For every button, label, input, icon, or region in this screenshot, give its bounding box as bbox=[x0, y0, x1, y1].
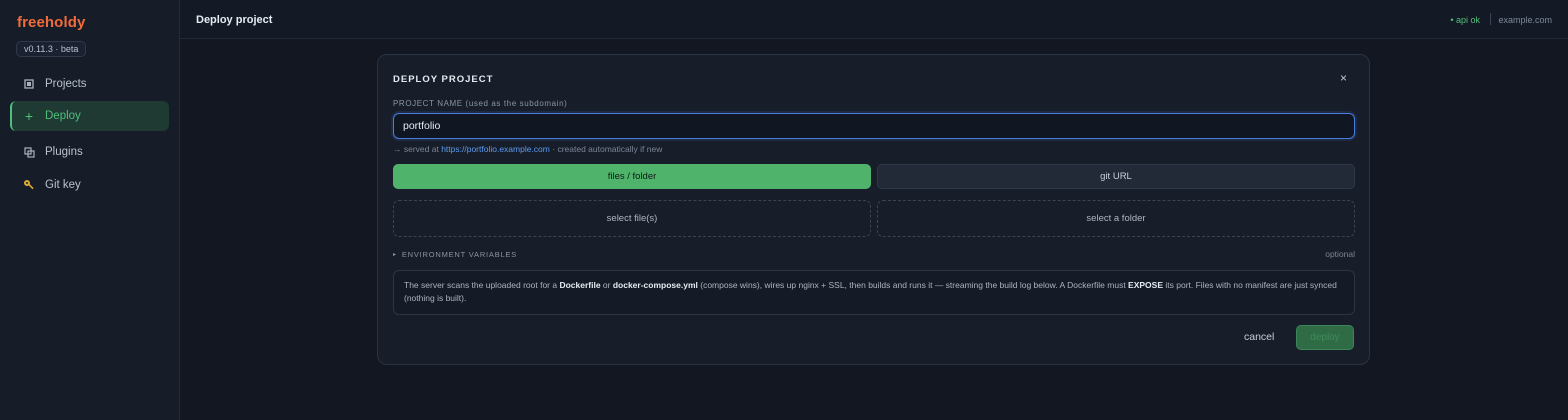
served-url-link[interactable]: https://portfolio.example.com bbox=[441, 144, 550, 154]
version-badge: v0.11.3 · beta bbox=[16, 41, 87, 57]
dialog-title: DEPLOY PROJECT bbox=[393, 74, 494, 85]
info-expose: EXPOSE bbox=[1128, 280, 1164, 290]
select-folder-dropzone[interactable]: select a folder bbox=[877, 200, 1355, 237]
brand-logo[interactable]: freeholdy bbox=[17, 14, 85, 31]
sidebar-item-projects[interactable]: Projects bbox=[10, 69, 169, 99]
served-prefix: → served at bbox=[393, 144, 439, 154]
sidebar: freeholdy v0.11.3 · beta Projects + Depl… bbox=[0, 0, 180, 420]
project-name-label: PROJECT NAME (used as the subdomain) bbox=[393, 99, 568, 108]
project-name-input[interactable] bbox=[393, 113, 1355, 139]
sidebar-item-git-key[interactable]: Git key bbox=[10, 170, 169, 200]
sidebar-item-label: Git key bbox=[45, 179, 81, 191]
sidebar-item-plugins[interactable]: Plugins bbox=[10, 137, 169, 167]
key-icon bbox=[23, 179, 35, 191]
info-text: The server scans the uploaded root for a bbox=[404, 280, 560, 290]
square-icon bbox=[23, 79, 35, 89]
optional-label: optional bbox=[1325, 249, 1355, 259]
select-files-dropzone[interactable]: select file(s) bbox=[393, 200, 871, 237]
served-suffix: · created automatically if new bbox=[552, 144, 663, 154]
plugin-icon bbox=[23, 146, 35, 158]
environment-variables-toggle[interactable]: ▸ ENVIRONMENT VARIABLES bbox=[393, 250, 517, 259]
served-at-hint: → served at https://portfolio.example.co… bbox=[393, 144, 662, 154]
deploy-button[interactable]: deploy bbox=[1296, 325, 1354, 350]
deploy-project-dialog: DEPLOY PROJECT × PROJECT NAME (used as t… bbox=[377, 54, 1370, 365]
close-icon[interactable]: × bbox=[1340, 71, 1347, 85]
tab-git-url[interactable]: git URL bbox=[877, 164, 1355, 189]
divider bbox=[1490, 13, 1491, 25]
caret-right-icon: ▸ bbox=[393, 252, 397, 258]
info-text: (compose wins), wires up nginx + SSL, th… bbox=[697, 280, 1129, 290]
page-title: Deploy project bbox=[196, 14, 273, 26]
sidebar-item-deploy[interactable]: + Deploy bbox=[10, 101, 169, 131]
top-bar: Deploy project • api ok example.com bbox=[180, 0, 1568, 39]
cancel-button[interactable]: cancel bbox=[1244, 331, 1274, 343]
deploy-info-box: The server scans the uploaded root for a… bbox=[393, 270, 1355, 315]
api-status-indicator: • api ok bbox=[1450, 15, 1480, 25]
info-compose: docker-compose.yml bbox=[612, 280, 698, 290]
plus-icon: + bbox=[24, 108, 34, 124]
sidebar-item-label: Deploy bbox=[45, 110, 81, 122]
sidebar-item-label: Plugins bbox=[45, 146, 83, 158]
info-text: or bbox=[600, 280, 613, 290]
info-dockerfile: Dockerfile bbox=[559, 280, 601, 290]
host-label: example.com bbox=[1498, 15, 1552, 25]
sidebar-item-label: Projects bbox=[45, 78, 87, 90]
tab-files-folder[interactable]: files / folder bbox=[393, 164, 871, 189]
env-label: ENVIRONMENT VARIABLES bbox=[401, 250, 518, 259]
